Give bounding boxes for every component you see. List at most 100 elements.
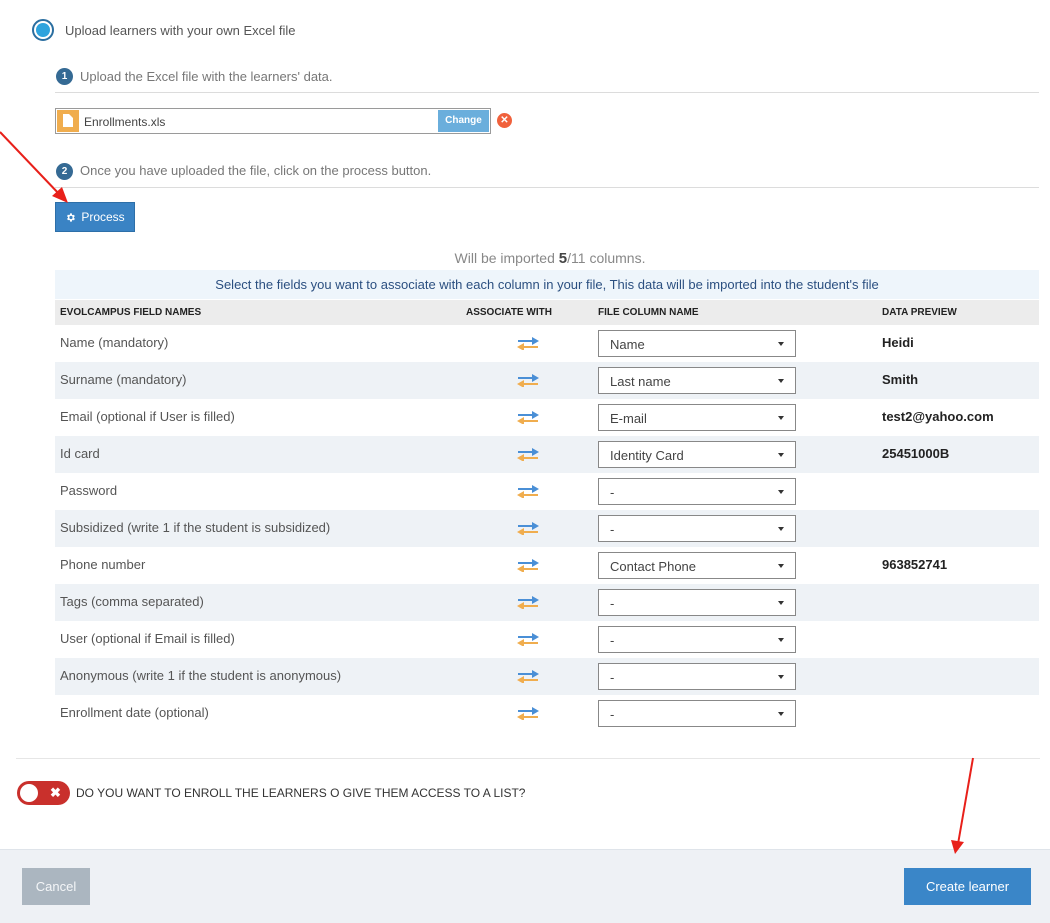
file-column-select[interactable]: - [598,626,796,653]
enroll-toggle[interactable]: ✖ [17,781,70,805]
toggle-knob [20,784,38,802]
select-value: - [610,707,615,722]
step-1-text: Upload the Excel file with the learners'… [80,69,333,84]
step-2-badge: 2 [56,163,73,180]
import-count-text: Will be imported 5/11 columns. [454,250,646,267]
table-row: Phone number Contact Phone 963852741 [55,547,1039,584]
divider [16,758,1040,759]
select-value: E-mail [610,411,647,426]
file-upload-field[interactable]: Enrollments.xls Change [55,108,491,134]
divider [55,92,1039,93]
toggle-off-icon: ✖ [50,785,61,800]
data-preview: test2@yahoo.com [882,409,994,424]
gear-icon [67,212,76,222]
footer-bar [0,849,1050,923]
file-column-select[interactable]: - [598,700,796,727]
file-name: Enrollments.xls [84,115,166,129]
table-row: Surname (mandatory) Last name Smith [55,362,1039,399]
table-row: Password - [55,473,1039,510]
associate-arrows-icon [517,596,539,609]
field-name: Enrollment date (optional) [60,705,209,720]
create-learner-button[interactable]: Create learner [904,868,1031,905]
chevron-down-icon [778,490,784,494]
select-value: - [610,596,615,611]
associate-arrows-icon [517,411,539,424]
file-column-select[interactable]: - [598,589,796,616]
table-row: Email (optional if User is filled) E-mail… [55,399,1039,436]
file-column-select[interactable]: Name [598,330,796,357]
chevron-down-icon [778,675,784,679]
associate-arrows-icon [517,374,539,387]
chevron-down-icon [778,638,784,642]
chevron-down-icon [778,342,784,346]
data-preview: Heidi [882,335,914,350]
field-name: Phone number [60,557,146,572]
field-name: Name (mandatory) [60,335,169,350]
field-name: Password [60,483,118,498]
select-value: Contact Phone [610,559,697,574]
remove-file-icon[interactable]: ✕ [497,113,512,128]
header-file-column-name: FILE COLUMN NAME [598,307,699,318]
associate-arrows-icon [517,485,539,498]
step-1-badge: 1 [56,68,73,85]
table-row: Tags (comma separated) - [55,584,1039,621]
associate-arrows-icon [517,448,539,461]
header-data-preview: DATA PREVIEW [882,307,957,318]
data-preview: 25451000B [882,446,950,461]
field-name: Anonymous (write 1 if the student is ano… [60,668,342,683]
table-row: Id card Identity Card 25451000B [55,436,1039,473]
file-icon [57,110,79,132]
file-column-select[interactable]: Last name [598,367,796,394]
header-associate-with: ASSOCIATE WITH [466,307,552,318]
select-value: - [610,485,615,500]
chevron-down-icon [778,601,784,605]
file-column-select[interactable]: - [598,663,796,690]
associate-arrows-icon [517,559,539,572]
field-name: Tags (comma separated) [60,594,204,609]
info-banner: Select the fields you want to associate … [55,270,1039,299]
chevron-down-icon [778,712,784,716]
data-preview: Smith [882,372,919,387]
file-column-select[interactable]: Contact Phone [598,552,796,579]
file-column-select[interactable]: - [598,478,796,505]
file-column-select[interactable]: Identity Card [598,441,796,468]
associate-arrows-icon [517,633,539,646]
divider [55,187,1039,188]
select-value: Last name [610,374,671,389]
select-value: Name [610,337,645,352]
select-value: - [610,522,615,537]
upload-excel-label: Upload learners with your own Excel file [65,23,296,38]
field-name: User (optional if Email is filled) [60,631,235,646]
field-name: Email (optional if User is filled) [60,409,235,424]
step-2-text: Once you have uploaded the file, click o… [80,163,432,178]
table-row: Anonymous (write 1 if the student is ano… [55,658,1039,695]
table-row: Name (mandatory) Name Heidi [55,325,1039,362]
field-name: Subsidized (write 1 if the student is su… [60,520,331,535]
table-row: User (optional if Email is filled) - [55,621,1039,658]
chevron-down-icon [778,527,784,531]
radio-selected-dot [36,23,50,37]
cancel-button[interactable]: Cancel [22,868,90,905]
table-header: EVOLCAMPUS FIELD NAMES ASSOCIATE WITH FI… [55,300,1039,325]
field-name: Id card [60,446,100,461]
enroll-toggle-label: DO YOU WANT TO ENROLL THE LEARNERS O GIV… [76,786,526,800]
data-preview: 963852741 [882,557,948,572]
upload-excel-radio[interactable] [32,19,54,41]
select-value: Identity Card [610,448,684,463]
chevron-down-icon [778,453,784,457]
table-row: Subsidized (write 1 if the student is su… [55,510,1039,547]
header-field-names: EVOLCAMPUS FIELD NAMES [60,307,202,318]
file-column-select[interactable]: E-mail [598,404,796,431]
annotation-arrow-create [951,757,974,854]
select-value: - [610,670,615,685]
associate-arrows-icon [517,522,539,535]
process-button-label: Process [81,210,125,224]
file-column-select[interactable]: - [598,515,796,542]
associate-arrows-icon [517,670,539,683]
associate-arrows-icon [517,707,539,720]
chevron-down-icon [778,379,784,383]
change-file-button[interactable]: Change [438,110,489,132]
chevron-down-icon [778,416,784,420]
process-button[interactable]: Process [55,202,135,232]
associate-arrows-icon [517,337,539,350]
